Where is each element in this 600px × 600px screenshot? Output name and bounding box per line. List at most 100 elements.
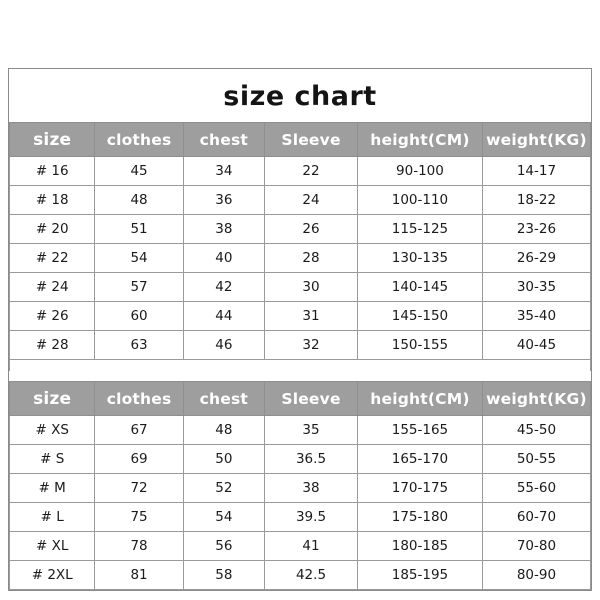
cell-sleeve: 41: [264, 531, 358, 561]
cell-size: # 20: [8, 214, 96, 244]
table-head-adult: size clothes chest Sleeve height(CM) wei…: [8, 381, 592, 416]
cell-chest: 52: [182, 473, 266, 503]
cell-height: 185-195: [356, 560, 483, 590]
table-row: # 24 57 42 30 140-145 30-35: [8, 272, 592, 302]
cell-size: # S: [8, 444, 96, 474]
column-header-height: height(CM): [356, 122, 483, 157]
cell-weight: 60-70: [481, 502, 592, 532]
table-row: # 20 51 38 26 115-125 23-26: [8, 214, 592, 244]
cell-sleeve: 30: [264, 272, 358, 302]
cell-height: 130-135: [356, 243, 483, 273]
cell-chest: 44: [182, 301, 266, 331]
header-row: size clothes chest Sleeve height(CM) wei…: [8, 381, 592, 416]
column-header-size: size: [8, 381, 96, 416]
cell-sleeve: 22: [264, 156, 358, 186]
cell-chest: 40: [182, 243, 266, 273]
cell-size: # XS: [8, 415, 96, 445]
cell-sleeve: 38: [264, 473, 358, 503]
cell-size: # 2XL: [8, 560, 96, 590]
cell-size: # 26: [8, 301, 96, 331]
cell-chest: 58: [182, 560, 266, 590]
cell-height: 100-110: [356, 185, 483, 215]
cell-height: 180-185: [356, 531, 483, 561]
table-body-kids: # 16 45 34 22 90-100 14-17 # 18 48 36 24…: [8, 156, 592, 371]
cell-height: 140-145: [356, 272, 483, 302]
cell-chest: 36: [182, 185, 266, 215]
cell-clothes: 51: [94, 214, 184, 244]
cell-sleeve: 36.5: [264, 444, 358, 474]
cell-sleeve: 39.5: [264, 502, 358, 532]
cell-size: # 22: [8, 243, 96, 273]
cell-chest: 34: [182, 156, 266, 186]
column-header-weight: weight(KG): [481, 122, 592, 157]
table-spacer-row: [9, 359, 591, 371]
cell-sleeve: 42.5: [264, 560, 358, 590]
cell-sleeve: 24: [264, 185, 358, 215]
cell-sleeve: 35: [264, 415, 358, 445]
cell-size: # 24: [8, 272, 96, 302]
page-root: size chart size clothes chest Sleeve hei…: [0, 0, 600, 600]
size-table-adult: size clothes chest Sleeve height(CM) wei…: [8, 381, 592, 590]
cell-weight: 40-45: [481, 330, 592, 360]
table-row: # 28 63 46 32 150-155 40-45: [8, 330, 592, 360]
page-title: size chart: [223, 81, 377, 112]
cell-weight: 70-80: [481, 531, 592, 561]
cell-clothes: 63: [94, 330, 184, 360]
cell-height: 175-180: [356, 502, 483, 532]
cell-size: # XL: [8, 531, 96, 561]
spacer-cell: [9, 359, 591, 371]
column-header-clothes: clothes: [94, 122, 184, 157]
table-body-adult: # XS 67 48 35 155-165 45-50 # S 69 50 36…: [8, 415, 592, 590]
column-header-height: height(CM): [356, 381, 483, 416]
cell-height: 155-165: [356, 415, 483, 445]
cell-sleeve: 31: [264, 301, 358, 331]
table-row: # 22 54 40 28 130-135 26-29: [8, 243, 592, 273]
cell-height: 115-125: [356, 214, 483, 244]
cell-weight: 50-55: [481, 444, 592, 474]
cell-weight: 26-29: [481, 243, 592, 273]
cell-size: # 16: [8, 156, 96, 186]
table-row: # XL 78 56 41 180-185 70-80: [8, 531, 592, 561]
cell-chest: 56: [182, 531, 266, 561]
cell-height: 145-150: [356, 301, 483, 331]
cell-clothes: 72: [94, 473, 184, 503]
table-row: # S 69 50 36.5 165-170 50-55: [8, 444, 592, 474]
cell-height: 150-155: [356, 330, 483, 360]
cell-clothes: 57: [94, 272, 184, 302]
cell-chest: 54: [182, 502, 266, 532]
cell-sleeve: 32: [264, 330, 358, 360]
cell-height: 170-175: [356, 473, 483, 503]
cell-clothes: 81: [94, 560, 184, 590]
table-row: # 18 48 36 24 100-110 18-22: [8, 185, 592, 215]
cell-weight: 45-50: [481, 415, 592, 445]
cell-clothes: 48: [94, 185, 184, 215]
cell-weight: 14-17: [481, 156, 592, 186]
cell-sleeve: 28: [264, 243, 358, 273]
cell-weight: 80-90: [481, 560, 592, 590]
size-table-kids: size clothes chest Sleeve height(CM) wei…: [8, 122, 592, 371]
column-header-sleeve: Sleeve: [264, 122, 358, 157]
table-gap: [9, 371, 591, 381]
table-row: # XS 67 48 35 155-165 45-50: [8, 415, 592, 445]
cell-weight: 55-60: [481, 473, 592, 503]
cell-clothes: 54: [94, 243, 184, 273]
column-header-clothes: clothes: [94, 381, 184, 416]
size-chart-sheet: size chart size clothes chest Sleeve hei…: [8, 68, 592, 591]
cell-size: # 28: [8, 330, 96, 360]
cell-weight: 18-22: [481, 185, 592, 215]
cell-chest: 50: [182, 444, 266, 474]
table-row: # 16 45 34 22 90-100 14-17: [8, 156, 592, 186]
cell-size: # 18: [8, 185, 96, 215]
cell-height: 90-100: [356, 156, 483, 186]
table-row: # L 75 54 39.5 175-180 60-70: [8, 502, 592, 532]
table-head-kids: size clothes chest Sleeve height(CM) wei…: [8, 122, 592, 157]
cell-clothes: 67: [94, 415, 184, 445]
header-row: size clothes chest Sleeve height(CM) wei…: [8, 122, 592, 157]
cell-chest: 46: [182, 330, 266, 360]
cell-size: # M: [8, 473, 96, 503]
cell-weight: 23-26: [481, 214, 592, 244]
table-row: # 2XL 81 58 42.5 185-195 80-90: [8, 560, 592, 590]
cell-chest: 48: [182, 415, 266, 445]
table-row: # 26 60 44 31 145-150 35-40: [8, 301, 592, 331]
cell-clothes: 69: [94, 444, 184, 474]
